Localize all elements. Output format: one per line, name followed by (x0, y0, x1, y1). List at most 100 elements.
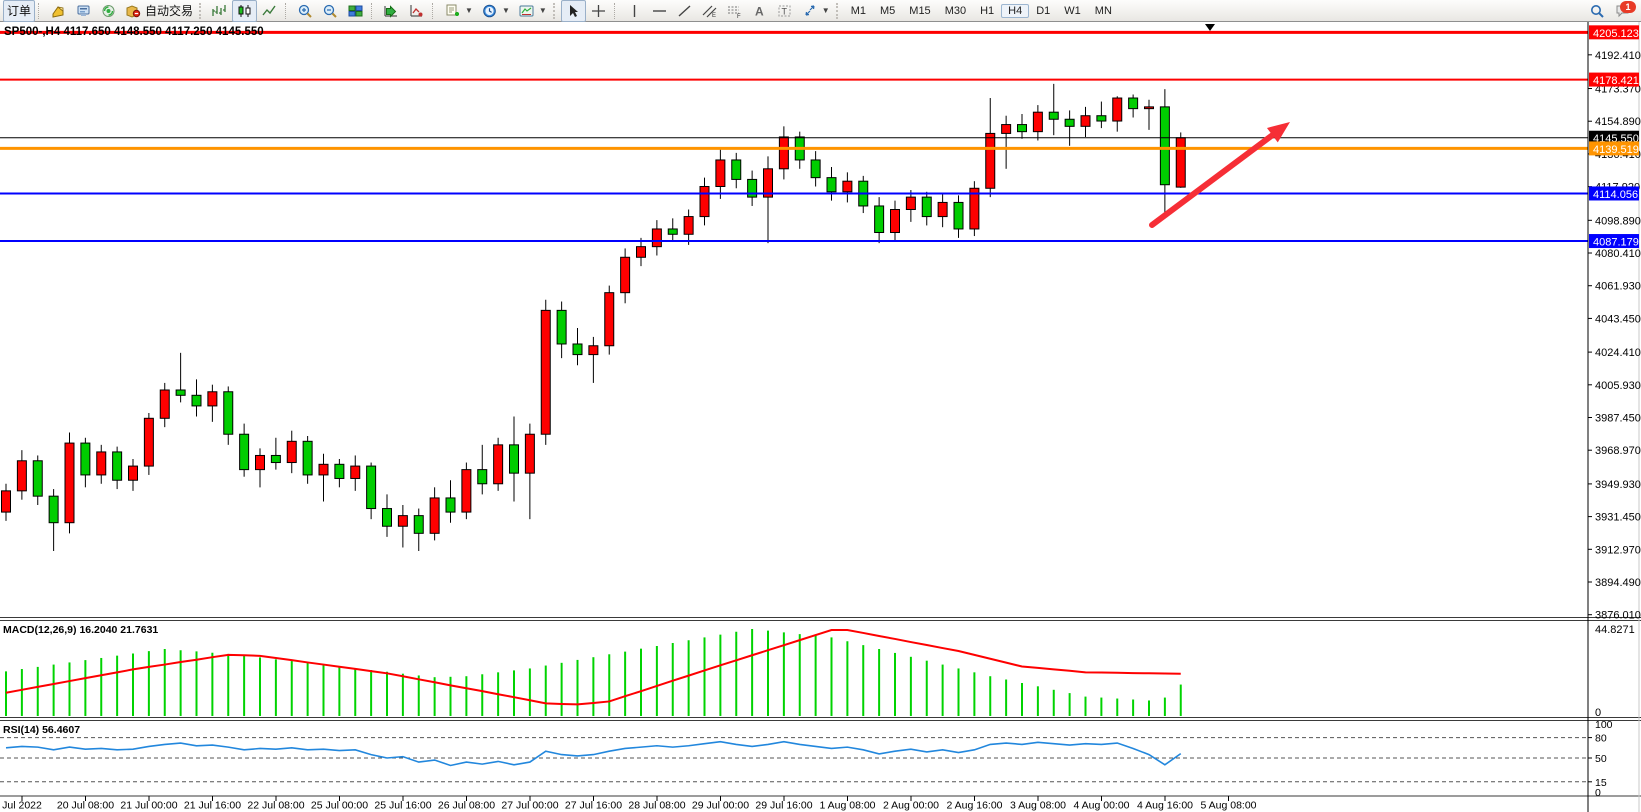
bar-chart-icon (211, 3, 228, 19)
candlestick-chart-button[interactable] (232, 0, 257, 22)
search-button[interactable] (1585, 0, 1610, 22)
timeframe-buttons: M1M5M15M30H1H4D1W1MN (844, 1, 1119, 20)
vertical-line-button[interactable] (622, 0, 647, 22)
price-tick-label: 4043.450 (1595, 313, 1641, 325)
timeframe-H1[interactable]: H1 (973, 4, 1001, 18)
candle-bear (954, 202, 963, 229)
cursor-button[interactable] (561, 0, 586, 22)
time-label: 21 Jul 00:00 (120, 800, 177, 812)
market-watch-button[interactable] (46, 0, 71, 22)
zoom-in-icon (297, 3, 314, 19)
candle-bull (351, 466, 360, 478)
bar-chart-button[interactable] (207, 0, 232, 22)
candle-bull (1176, 138, 1185, 187)
price-badge-label: 4087.179 (1593, 237, 1639, 249)
candle-bear (240, 434, 249, 469)
signals-button[interactable] (96, 0, 121, 22)
candle-bear (271, 455, 280, 462)
template-button[interactable]: ▼ (514, 0, 551, 22)
toolbar-separator (38, 3, 43, 19)
time-label: 27 Jul 16:00 (565, 800, 622, 812)
time-label: 26 Jul 08:00 (438, 800, 495, 812)
timeframe-W1[interactable]: W1 (1057, 4, 1088, 18)
cursor-icon (565, 3, 582, 19)
dropdown-arrow-icon: ▼ (502, 6, 510, 15)
toolbar-grip (836, 3, 842, 19)
candle-bull (700, 186, 709, 216)
rsi-scale-label: 80 (1595, 733, 1607, 745)
new-order-button[interactable]: 订单 (3, 0, 35, 22)
timeframe-clock-button[interactable]: ▼ (477, 0, 514, 22)
new-chart-icon (444, 3, 461, 19)
timeframe-MN[interactable]: MN (1088, 4, 1119, 18)
horizontal-line-button[interactable] (647, 0, 672, 22)
timeframe-M15[interactable]: M15 (902, 4, 937, 18)
chart-canvas[interactable]: 4192.4104173.3704154.8904136.4104117.920… (0, 22, 1641, 812)
price-tick-label: 3968.970 (1595, 445, 1641, 457)
trading-terminal-window: 订单 (0, 0, 1641, 812)
price-tick-label: 4192.410 (1595, 50, 1641, 62)
zoom-out-button[interactable] (318, 0, 343, 22)
timeframe-M30[interactable]: M30 (938, 4, 973, 18)
indicators-button[interactable] (379, 0, 404, 22)
dropdown-arrow-icon: ▼ (539, 6, 547, 15)
candle-bear (113, 452, 122, 480)
dropdown-arrow-icon: ▼ (465, 6, 473, 15)
candle-bull (2, 491, 11, 512)
time-label: 1 Aug 08:00 (819, 800, 875, 812)
zoom-in-button[interactable] (293, 0, 318, 22)
time-label: 22 Jul 08:00 (247, 800, 304, 812)
candle-bear (176, 390, 185, 395)
toolbar-separator (285, 3, 290, 19)
candle-bear (668, 229, 677, 234)
text-button[interactable]: A (747, 0, 772, 22)
candle-bull (1081, 116, 1090, 127)
toolbar-grip (553, 3, 559, 19)
candle-bear (510, 445, 519, 473)
periods-icon (408, 3, 425, 19)
timeframe-M1[interactable]: M1 (844, 4, 873, 18)
candle-bull (494, 445, 503, 484)
timeframe-M5[interactable]: M5 (873, 4, 902, 18)
crosshair-button[interactable] (586, 0, 611, 22)
equidistant-channel-button[interactable]: E (697, 0, 722, 22)
candle-bear (732, 160, 741, 179)
trend-arrow (1152, 128, 1282, 225)
notifications-button[interactable]: 1 (1610, 0, 1638, 22)
price-tick-label: 4024.410 (1595, 347, 1641, 359)
timeframe-D1[interactable]: D1 (1029, 4, 1057, 18)
trendline-button[interactable] (672, 0, 697, 22)
time-label: 2 Aug 00:00 (883, 800, 939, 812)
toolbar-separator (371, 3, 376, 19)
price-tick-label: 4098.890 (1595, 215, 1641, 227)
chart-shift-marker (1205, 24, 1215, 31)
candle-bull (430, 498, 439, 533)
price-tick-label: 4005.930 (1595, 380, 1641, 392)
auto-trading-button[interactable]: 自动交易 (121, 0, 197, 22)
indicators-icon (383, 3, 400, 19)
text-label-button[interactable]: T (772, 0, 797, 22)
arrows-button[interactable]: ▼ (797, 0, 834, 22)
line-chart-button[interactable] (257, 0, 282, 22)
candle-bear (1097, 116, 1106, 121)
fibonacci-button[interactable]: F (722, 0, 747, 22)
price-tick-label: 4080.410 (1595, 248, 1641, 260)
candle-bear (224, 392, 233, 434)
text-label-icon: T (776, 3, 793, 19)
time-label: 28 Jul 08:00 (628, 800, 685, 812)
candle-bull (1113, 98, 1122, 121)
candle-bear (49, 496, 58, 523)
candle-bear (573, 344, 582, 355)
candle-bear (827, 178, 836, 192)
periods-button[interactable] (404, 0, 429, 22)
candle-bull (637, 247, 646, 258)
chart-svg: 4192.4104173.3704154.8904136.4104117.920… (0, 22, 1641, 812)
tile-windows-button[interactable] (343, 0, 368, 22)
timeframe-H4[interactable]: H4 (1001, 4, 1029, 18)
tile-windows-icon (347, 3, 364, 19)
candle-bull (144, 418, 153, 466)
candle-bull (17, 461, 26, 491)
rsi-scale-label: 50 (1595, 753, 1607, 765)
data-window-button[interactable] (71, 0, 96, 22)
new-chart-button[interactable]: ▼ (440, 0, 477, 22)
